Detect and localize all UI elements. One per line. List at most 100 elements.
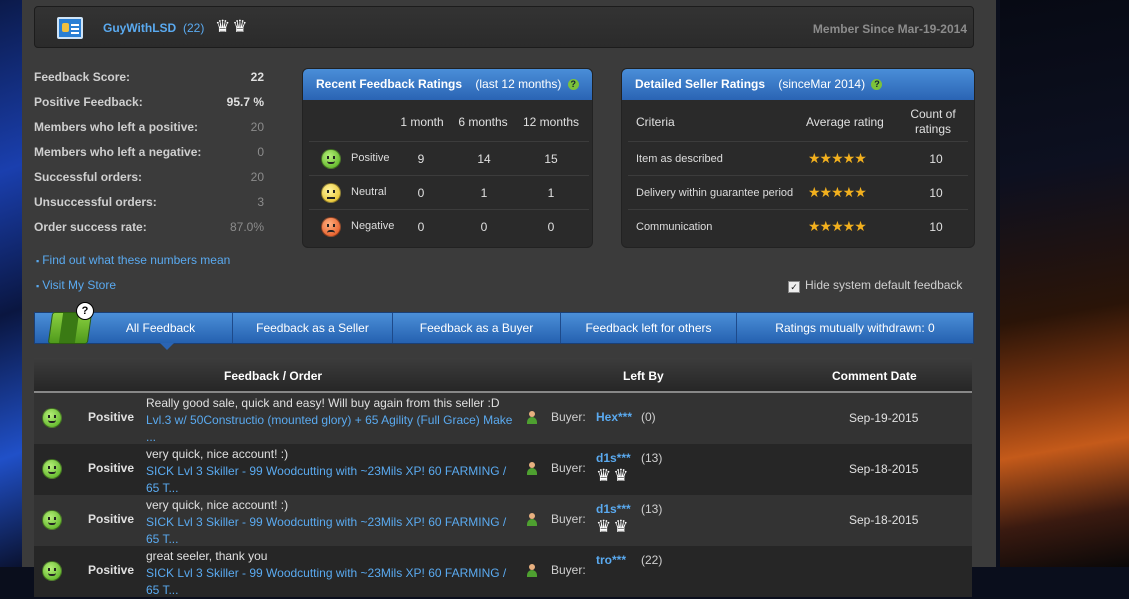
comment-date: Sep-18-2015 [849,513,919,527]
stat-row: Unsuccessful orders: 3 [34,195,274,220]
recent-subtitle: (last 12 months) [475,77,562,91]
col-comment-date: Comment Date [832,369,917,383]
star-rating-icon: ★★★★★ [808,150,867,166]
buyer-icon [526,411,538,424]
tab-feedback-buyer[interactable]: Feedback as a Buyer [393,313,561,343]
stat-value: 0 [257,145,264,159]
user-count: (13) [641,451,663,465]
recent-title-text: Recent Feedback Ratings [316,77,463,91]
rating-count[interactable]: 0 [464,220,504,234]
detailed-ratings-title: Detailed Seller Ratings (sinceMar 2014) … [622,69,974,100]
visit-store-link[interactable]: Visit My Store [36,278,116,292]
user-link[interactable]: d1s*** [596,502,631,516]
stat-row: Members who left a positive: 20 [34,120,274,145]
detailed-ratings-box: Detailed Seller Ratings (sinceMar 2014) … [621,68,975,248]
col-12-months: 12 months [522,115,580,129]
rating-count[interactable]: 0 [401,220,441,234]
user-count: (0) [641,410,656,424]
rating-count[interactable]: 1 [531,186,571,200]
star-rating-icon: ★★★★★ [808,184,867,200]
rating-count[interactable]: 1 [464,186,504,200]
username-link[interactable]: GuyWithLSD [103,21,176,35]
find-out-link[interactable]: Find out what these numbers mean [36,253,230,267]
order-link[interactable]: SICK Lvl 3 Skiller - 99 Woodcutting with… [146,514,516,548]
positive-face-icon [42,408,62,428]
crown-icon: ♛♛ [596,517,631,536]
table-row: Positive very quick, nice account! :) SI… [34,444,972,495]
desktop-wallpaper-right [1000,0,1129,567]
tab-feedback-seller[interactable]: Feedback as a Seller [233,313,393,343]
stat-label: Members who left a positive: [34,120,199,134]
buyer-icon [526,513,538,526]
star-rating-icon: ★★★★★ [808,218,867,234]
user-link[interactable]: Hex*** [596,410,632,424]
seller-rating-row: Delivery within guarantee period ★★★★★ 1… [628,175,968,209]
active-tab-pointer [160,343,174,350]
rating-count[interactable]: 15 [531,152,571,166]
order-link[interactable]: SICK Lvl 3 Skiller - 99 Woodcutting with… [146,463,516,497]
col-left-by: Left By [623,369,664,383]
hide-system-feedback[interactable]: ✓ Hide system default feedback [788,278,962,293]
buyer-icon [526,462,538,475]
rating-count[interactable]: 14 [464,152,504,166]
neutral-face-icon [321,183,341,203]
rating-count[interactable]: 0 [401,186,441,200]
feedback-comment: very quick, nice account! :) SICK Lvl 3 … [146,497,516,548]
tab-mutually-withdrawn[interactable]: Ratings mutually withdrawn: 0 [737,313,973,343]
criteria-label: Delivery within guarantee period [636,187,794,199]
user-count: (13) [641,502,663,516]
rating-row-negative: Negative 0 0 0 [309,209,589,243]
rating-row-neutral: Neutral 0 1 1 [309,175,589,209]
rating-count: 10 [929,152,943,166]
positive-face-icon [42,510,62,530]
stat-label: Successful orders: [34,170,143,184]
col-6-months: 6 months [458,115,508,129]
tab-feedback-left[interactable]: Feedback left for others [561,313,737,343]
col-count-ratings: Count of ratings [910,107,956,136]
feedback-table: Feedback / Order Left By Comment Date Po… [34,358,972,597]
stat-label: Feedback Score: [34,70,131,84]
role-label: Buyer: [551,461,586,475]
stat-row: Members who left a negative: 0 [34,145,274,170]
checkbox-icon[interactable]: ✓ [788,281,800,293]
buyer-icon [526,564,538,577]
col-1-month: 1 month [400,115,444,129]
user-link[interactable]: d1s*** [596,451,631,465]
stat-value: 20 [250,170,264,184]
order-link[interactable]: Lvl.3 w/ 50Constructio (mounted glory) +… [146,412,516,446]
help-icon[interactable]: ? [567,79,579,91]
feedback-comment: Really good sale, quick and easy! Will b… [146,395,516,446]
table-row: Positive great seeler, thank you SICK Lv… [34,546,972,597]
rating-count[interactable]: 0 [531,220,571,234]
rating-label: Negative [351,220,395,232]
desktop-wallpaper-left [0,0,22,567]
stat-label: Order success rate: [34,220,147,234]
seller-rating-row: Item as described ★★★★★ 10 [628,141,968,175]
order-link[interactable]: SICK Lvl 3 Skiller - 99 Woodcutting with… [146,565,516,599]
feedback-type: Positive [88,563,135,577]
col-feedback-order: Feedback / Order [224,369,323,383]
rating-count[interactable]: 9 [401,152,441,166]
help-bubble-icon[interactable]: ? [76,302,94,320]
user-count: (22) [641,553,663,567]
rating-count: 10 [929,186,943,200]
table-row: Positive very quick, nice account! :) SI… [34,495,972,546]
recent-feedback-title: Recent Feedback Ratings (last 12 months)… [303,69,592,100]
stat-row: Feedback Score: 22 [34,70,274,95]
seller-rating-row: Communication ★★★★★ 10 [628,209,968,243]
comment-date: Sep-18-2015 [849,462,919,476]
stat-value: 87.0% [229,220,264,234]
comment-text: very quick, nice account! :) [146,447,289,461]
help-icon[interactable]: ? [871,79,883,91]
feedback-comment: great seeler, thank you SICK Lvl 3 Skill… [146,548,516,599]
feedback-type: Positive [88,410,135,424]
recent-feedback-box: Recent Feedback Ratings (last 12 months)… [302,68,593,248]
stat-value: 20 [250,120,264,134]
profile-card-icon [57,17,83,39]
table-row: Positive Really good sale, quick and eas… [34,393,972,444]
feedback-comment: very quick, nice account! :) SICK Lvl 3 … [146,446,516,497]
rating-label: Neutral [351,186,387,198]
rating-label: Positive [351,152,390,164]
stat-row: Successful orders: 20 [34,170,274,195]
user-link[interactable]: tro*** [596,553,626,567]
